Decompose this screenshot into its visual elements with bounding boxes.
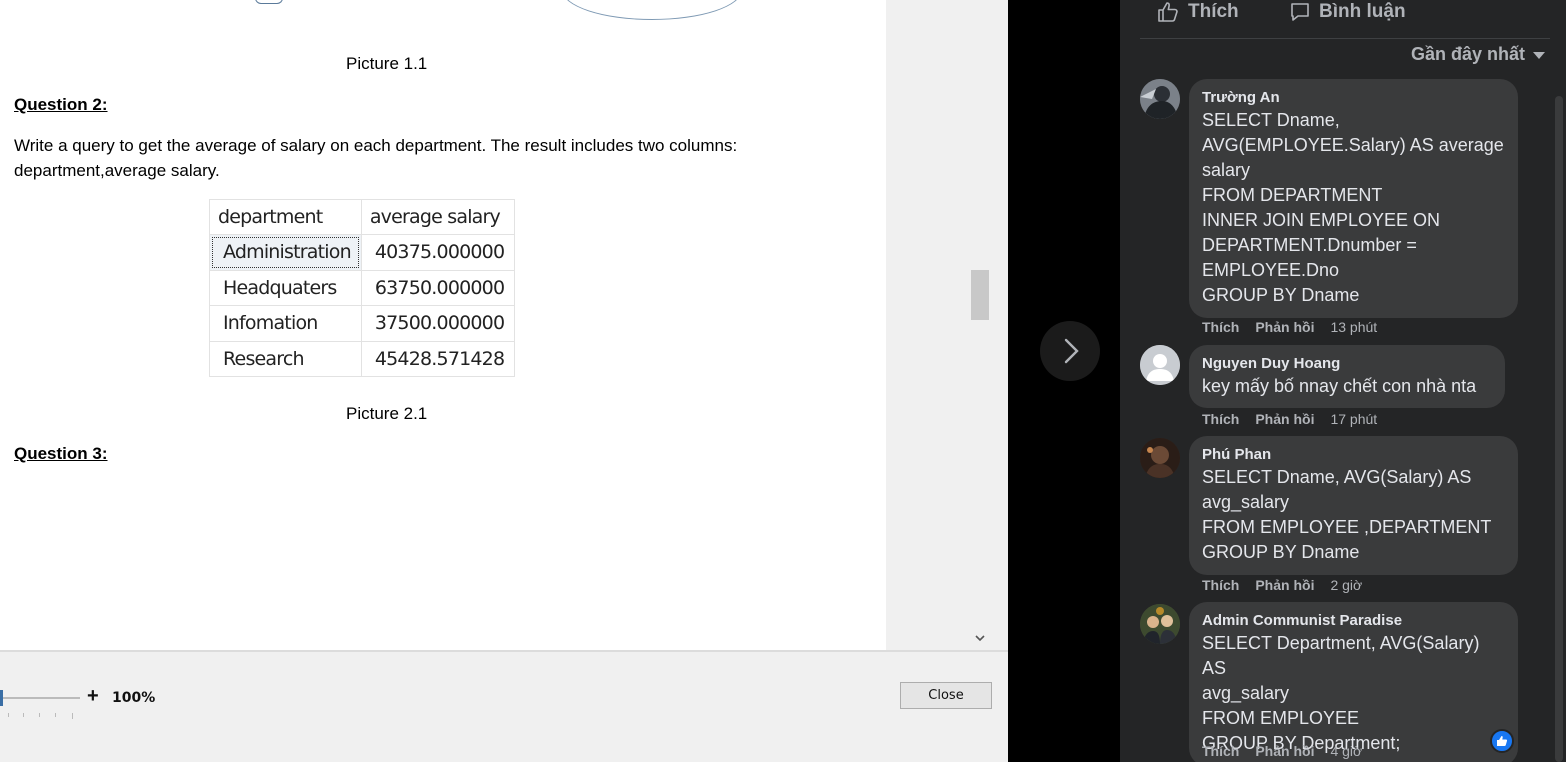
- caret-down-icon: [1533, 51, 1546, 59]
- comment-timestamp[interactable]: 2 giờ: [1330, 577, 1362, 593]
- table-row: Research 45428.571428: [209, 340, 516, 377]
- avatar[interactable]: [1140, 79, 1180, 119]
- avatar[interactable]: [1140, 438, 1180, 478]
- table-cell: 45428.571428: [360, 340, 516, 377]
- table-cell: Research: [209, 340, 362, 377]
- comment-timestamp[interactable]: 4 giờ: [1330, 743, 1362, 759]
- zoom-slider[interactable]: [0, 697, 80, 699]
- divider: [0, 650, 1008, 652]
- comment-like-button[interactable]: Thích: [1202, 577, 1239, 593]
- comment-button[interactable]: Bình luận: [1289, 0, 1406, 24]
- table-row: Headquaters 63750.000000: [209, 269, 516, 306]
- zoom-level: 100%: [112, 690, 156, 706]
- panel-scrollbar[interactable]: [1555, 96, 1563, 762]
- comment-bubble-icon: [1291, 3, 1309, 21]
- avatar[interactable]: [1140, 345, 1180, 385]
- question-3-heading: Question 3:: [14, 444, 108, 463]
- slider-tick: [23, 713, 24, 717]
- comment-timestamp[interactable]: 13 phút: [1330, 319, 1377, 335]
- table-cell: Infomation: [209, 305, 362, 342]
- comment-bubble: Admin Communist Paradise SELECT Departme…: [1189, 602, 1518, 762]
- table-cell: 40375.000000: [360, 234, 516, 271]
- comment-like-button[interactable]: Thích: [1202, 319, 1239, 335]
- comment-reply-button[interactable]: Phản hồi: [1255, 411, 1314, 427]
- picture-1-1-caption: Picture 1.1: [346, 54, 428, 73]
- comment-text: SELECT Dname, AVG(EMPLOYEE.Salary) AS av…: [1202, 110, 1504, 305]
- comment-reply-button[interactable]: Phản hồi: [1255, 743, 1314, 759]
- comment-actions: Thích Phản hồi 17 phút: [1202, 411, 1377, 427]
- document-viewer: Picture 1.1 Question 2: Write a query to…: [0, 0, 1008, 762]
- sort-label: Gần đây nhất: [1411, 44, 1526, 64]
- table-row: Administration 40375.000000: [209, 234, 516, 271]
- table-cell: 63750.000000: [360, 269, 516, 306]
- comment-sort-dropdown[interactable]: Gần đây nhất: [1411, 44, 1546, 65]
- comment-bubble: Nguyen Duy Hoang key mấy bố nnay chết co…: [1189, 345, 1505, 408]
- comment-actions: Thích Phản hồi 13 phút: [1202, 319, 1377, 335]
- avatar[interactable]: [1140, 604, 1180, 644]
- zoom-slider-handle[interactable]: [0, 690, 3, 706]
- table-header-row: department average salary: [209, 199, 516, 235]
- document-page: Picture 1.1 Question 2: Write a query to…: [0, 0, 886, 650]
- comment-actions: Thích Phản hồi 2 giờ: [1202, 577, 1362, 593]
- comment-like-button[interactable]: Thích: [1202, 411, 1239, 427]
- table-cell: 37500.000000: [360, 305, 516, 342]
- table-header-cell: average salary: [360, 199, 516, 235]
- comment-timestamp[interactable]: 17 phút: [1330, 411, 1377, 427]
- comment-like-button[interactable]: Thích: [1202, 743, 1239, 759]
- table-cell: Headquaters: [209, 269, 362, 306]
- picture-2-1-caption: Picture 2.1: [346, 404, 428, 423]
- close-button[interactable]: Close: [900, 682, 992, 709]
- diagram-shape-diamond: [255, 0, 283, 4]
- comment-text: SELECT Dname, AVG(Salary) AS avg_salary …: [1202, 467, 1492, 562]
- slider-tick: [72, 713, 73, 719]
- divider: [1140, 38, 1550, 39]
- diagram-shape-ellipse: [562, 0, 742, 20]
- like-post-label: Thích: [1188, 1, 1239, 22]
- comment-author[interactable]: Admin Communist Paradise: [1202, 611, 1504, 631]
- thumbs-up-icon: [1497, 736, 1508, 746]
- chevron-right-icon: [1064, 338, 1079, 364]
- like-reaction-badge[interactable]: [1490, 729, 1514, 753]
- comment-reply-button[interactable]: Phản hồi: [1255, 319, 1314, 335]
- next-photo-button[interactable]: [1040, 321, 1100, 381]
- like-post-button[interactable]: Thích: [1156, 0, 1239, 24]
- scroll-down-arrow-icon[interactable]: [972, 632, 988, 648]
- question-2-heading: Question 2:: [14, 95, 108, 114]
- slider-tick: [39, 713, 40, 717]
- comment-author[interactable]: Phú Phan: [1202, 445, 1504, 465]
- comment-actions: Thích Phản hồi 4 giờ: [1202, 743, 1362, 759]
- comment-label: Bình luận: [1319, 1, 1406, 22]
- comment-text: SELECT Department, AVG(Salary) AS avg_sa…: [1202, 633, 1480, 753]
- comment-author[interactable]: Trường An: [1202, 88, 1504, 108]
- comment-text: key mấy bố nnay chết con nhà nta: [1202, 376, 1477, 396]
- table-row: Infomation 37500.000000: [209, 305, 516, 342]
- thumbs-up-icon: [1158, 2, 1178, 22]
- table-header-cell: department: [209, 199, 362, 235]
- comment-reply-button[interactable]: Phản hồi: [1255, 577, 1314, 593]
- result-table: department average salary Administration…: [209, 199, 516, 377]
- slider-tick: [8, 713, 9, 717]
- zoom-in-button[interactable]: +: [87, 685, 99, 708]
- vertical-scrollbar[interactable]: [968, 0, 990, 650]
- comment-author[interactable]: Nguyen Duy Hoang: [1202, 354, 1491, 374]
- comment-bubble: Phú Phan SELECT Dname, AVG(Salary) AS av…: [1189, 436, 1518, 575]
- table-cell: Administration: [209, 234, 362, 271]
- question-2-text: Write a query to get the average of sala…: [14, 136, 738, 180]
- scrollbar-thumb[interactable]: [971, 270, 989, 320]
- comment-bubble: Trường An SELECT Dname, AVG(EMPLOYEE.Sal…: [1189, 79, 1518, 318]
- slider-tick: [55, 713, 56, 717]
